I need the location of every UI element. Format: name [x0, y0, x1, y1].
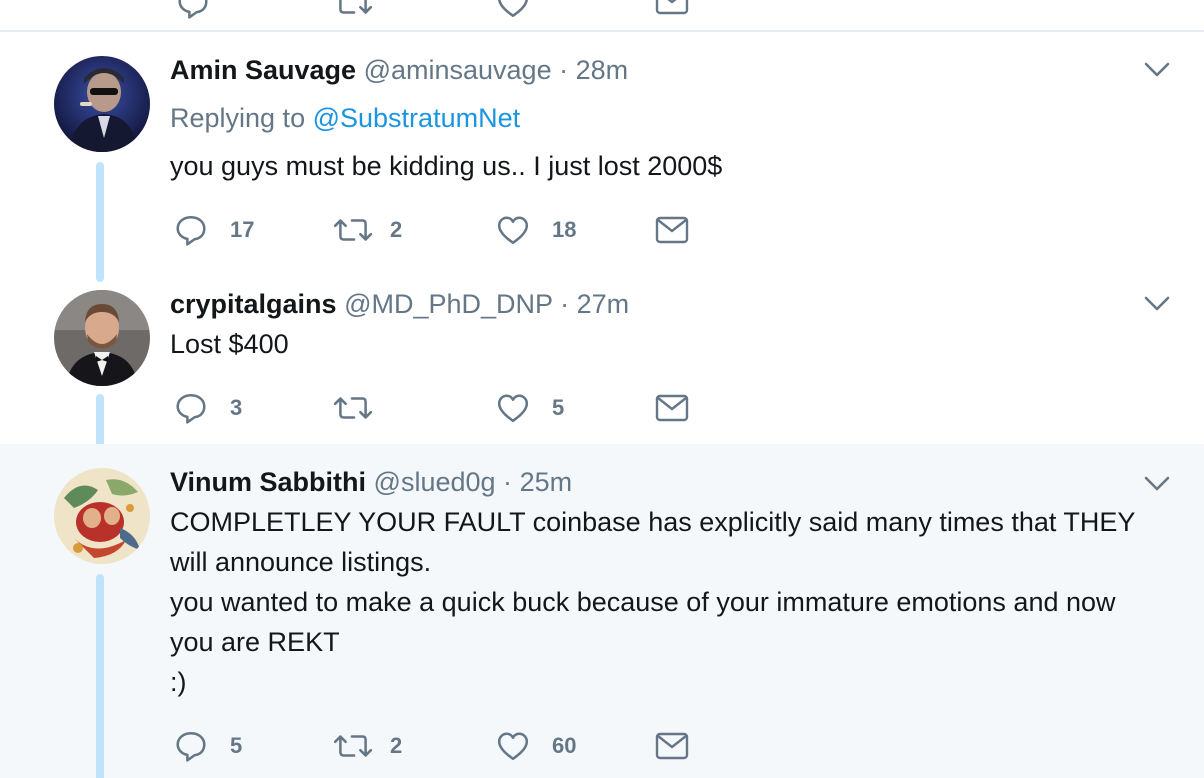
tweet-text-line: you are REKT — [170, 627, 340, 657]
tweet-text-line: Lost $400 — [170, 329, 289, 359]
author-handle[interactable]: @MD_PhD_DNP — [344, 289, 552, 319]
heart-icon[interactable] — [496, 0, 530, 20]
reply-count: 5 — [230, 733, 243, 758]
chevron-down-icon[interactable] — [1144, 296, 1170, 312]
like-button[interactable]: 18 — [496, 212, 576, 248]
envelope-icon — [655, 393, 689, 423]
reply-button[interactable]: 17 — [174, 212, 254, 248]
direct-message-button[interactable] — [655, 212, 689, 248]
envelope-icon — [655, 731, 689, 761]
tweet-header: crypitalgains @MD_PhD_DNP · 27m — [170, 288, 629, 320]
reply-icon — [174, 213, 208, 247]
reply-count: 17 — [230, 217, 255, 242]
direct-message-button[interactable] — [655, 390, 689, 426]
tweet-text-line: will announce listings. — [170, 547, 432, 577]
tweet-actions: 17 2 18 — [174, 212, 734, 248]
envelope-icon — [655, 215, 689, 245]
tweet-text: Lost $400 — [170, 324, 1180, 364]
like-button[interactable]: 5 — [496, 390, 564, 426]
direct-message-button[interactable] — [655, 728, 689, 764]
like-count: 60 — [552, 733, 577, 758]
tweet-header: Vinum Sabbithi @slued0g · 25m — [170, 466, 572, 498]
heart-icon — [496, 391, 530, 425]
like-count: 18 — [552, 217, 577, 242]
chevron-down-icon[interactable] — [1144, 476, 1170, 492]
retweet-count: 2 — [390, 217, 403, 242]
tweet-header: Amin Sauvage @aminsauvage · 28m — [170, 54, 628, 86]
author-name[interactable]: crypitalgains — [170, 289, 337, 319]
author-handle[interactable]: @aminsauvage — [364, 55, 552, 85]
tweet-text-line: :) — [170, 667, 187, 697]
reply-button[interactable]: 3 — [174, 390, 242, 426]
tweet[interactable]: crypitalgains @MD_PhD_DNP · 27m Lost $40… — [0, 284, 1204, 454]
tweet[interactable]: Vinum Sabbithi @slued0g · 25m COMPLETLEY… — [0, 444, 1204, 778]
separator: · — [559, 55, 569, 85]
avatar[interactable] — [54, 290, 150, 386]
avatar[interactable] — [54, 56, 150, 152]
separator: · — [503, 467, 513, 497]
tweet[interactable]: Amin Sauvage @aminsauvage · 28m Replying… — [0, 34, 1204, 284]
thread-line — [96, 574, 104, 778]
avatar[interactable] — [54, 468, 150, 564]
retweet-button[interactable] — [332, 390, 390, 426]
envelope-icon[interactable] — [655, 0, 689, 16]
timestamp[interactable]: 25m — [520, 467, 573, 497]
replying-prefix: Replying to — [170, 103, 306, 133]
retweet-icon[interactable] — [332, 0, 374, 20]
previous-tweet-actions — [0, 0, 1204, 32]
author-name[interactable]: Vinum Sabbithi — [170, 467, 366, 497]
like-count: 5 — [552, 395, 565, 420]
tweet-text: COMPLETLEY YOUR FAULT coinbase has expli… — [170, 502, 1180, 702]
mention-link[interactable]: @SubstratumNet — [313, 103, 520, 133]
tweet-actions: 3 5 — [174, 390, 734, 426]
retweet-icon — [332, 729, 374, 763]
retweet-button[interactable]: 2 — [332, 212, 402, 248]
reply-count: 3 — [230, 395, 243, 420]
retweet-icon — [332, 213, 374, 247]
tweet-text: you guys must be kidding us.. I just los… — [170, 146, 1180, 186]
like-button[interactable]: 60 — [496, 728, 576, 764]
heart-icon — [496, 213, 530, 247]
tweet-text-line: COMPLETLEY YOUR FAULT coinbase has expli… — [170, 507, 1136, 537]
separator: · — [560, 289, 570, 319]
reply-icon — [174, 391, 208, 425]
reply-icon — [174, 729, 208, 763]
reply-button[interactable]: 5 — [174, 728, 242, 764]
author-name[interactable]: Amin Sauvage — [170, 55, 356, 85]
tweet-text-line: you guys must be kidding us.. I just los… — [170, 151, 723, 181]
tweet-actions: 5 2 60 — [174, 728, 734, 764]
timestamp[interactable]: 28m — [576, 55, 629, 85]
reply-icon[interactable] — [176, 0, 210, 20]
retweet-count: 2 — [390, 733, 403, 758]
replying-to: Replying to @SubstratumNet — [170, 102, 520, 134]
heart-icon — [496, 729, 530, 763]
retweet-icon — [332, 391, 374, 425]
retweet-button[interactable]: 2 — [332, 728, 402, 764]
chevron-down-icon[interactable] — [1144, 62, 1170, 78]
timestamp[interactable]: 27m — [577, 289, 630, 319]
author-handle[interactable]: @slued0g — [374, 467, 496, 497]
tweet-text-line: you wanted to make a quick buck because … — [170, 587, 1116, 617]
thread-line — [96, 162, 104, 282]
